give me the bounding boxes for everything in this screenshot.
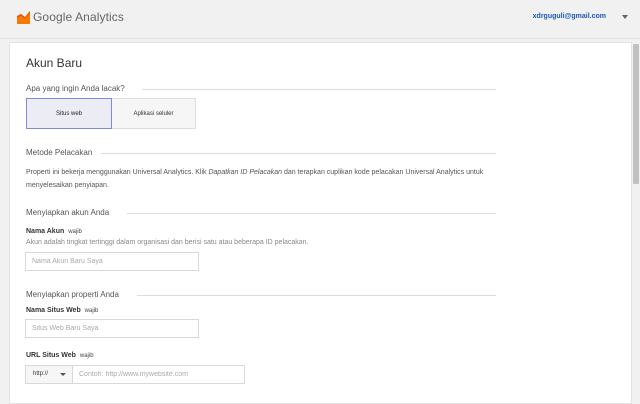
main-panel <box>9 42 632 404</box>
description-emphasis: Dapatkan ID Pelacakan <box>208 169 283 176</box>
scrollbar-thumb[interactable] <box>633 44 639 184</box>
site-url-label: URL Situs Web wajib <box>26 352 94 359</box>
site-name-label: Nama Situs Web wajib <box>26 307 98 314</box>
tracking-method-description: Properti ini bekerja menggunakan Univers… <box>26 166 496 192</box>
option-website-button[interactable]: Situs web <box>26 98 112 129</box>
option-website-label: Situs web <box>55 110 82 117</box>
section-divider <box>142 89 496 90</box>
site-url-label-text: URL Situs Web <box>26 352 76 359</box>
required-tag: wajib <box>68 229 82 235</box>
section-divider <box>137 295 496 296</box>
account-name-hint: Akun adalah tingkat tertinggi dalam orga… <box>26 239 309 246</box>
chevron-down-icon <box>60 373 66 376</box>
tracking-method-heading: Metode Pelacakan <box>26 148 93 157</box>
section-divider <box>101 153 496 154</box>
chevron-down-icon[interactable] <box>622 15 628 19</box>
site-url-input[interactable] <box>72 365 245 384</box>
user-account-menu[interactable]: xdrguguli@gmail.com <box>533 13 606 20</box>
protocol-select[interactable]: http:// <box>25 365 73 384</box>
brand-name: Google Analytics <box>33 10 124 24</box>
scrollbar[interactable] <box>632 39 640 392</box>
description-text: Properti ini bekerja menggunakan Univers… <box>26 169 209 176</box>
account-name-label-text: Nama Akun <box>26 228 65 235</box>
property-setup-heading: Menyiapkan properti Anda <box>26 290 119 299</box>
site-name-label-text: Nama Situs Web <box>26 307 81 314</box>
tracking-target-heading: Apa yang ingin Anda lacak? <box>26 84 125 93</box>
account-name-input[interactable] <box>25 252 199 271</box>
site-name-input[interactable] <box>25 319 199 338</box>
google-analytics-logo-icon <box>17 11 30 24</box>
required-tag: wajib <box>84 308 99 314</box>
section-divider <box>127 213 496 214</box>
account-setup-heading: Menyiapkan akun Anda <box>26 208 110 217</box>
account-name-label: Nama Akun wajib <box>26 228 82 235</box>
required-tag: wajib <box>79 353 94 359</box>
page-title: Akun Baru <box>26 56 83 70</box>
option-mobile-app-label: Aplikasi seluler <box>133 110 174 117</box>
top-bar: Google Analytics xdrguguli@gmail.com <box>0 0 640 39</box>
option-mobile-app-button[interactable]: Aplikasi seluler <box>112 98 196 129</box>
protocol-value: http:// <box>33 371 49 377</box>
